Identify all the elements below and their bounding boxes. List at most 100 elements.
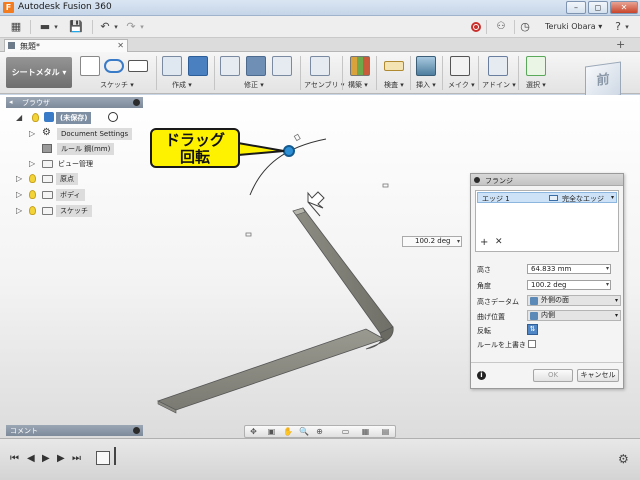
ribbon-group-inspect[interactable]: 検査 ▾ [384, 80, 404, 90]
expand-arrow-icon[interactable]: ▷ [16, 174, 22, 183]
modify-tool-icon[interactable] [272, 56, 292, 76]
expand-arrow-icon[interactable]: ▷ [29, 129, 35, 138]
redo-dropdown-icon[interactable]: ▾ [138, 19, 146, 35]
cancel-button[interactable]: キャンセル [577, 369, 619, 382]
ok-button[interactable]: OK [533, 369, 573, 382]
edge-row[interactable]: エッジ 1 完全なエッジ ▾ [477, 192, 617, 203]
remove-edge-button[interactable]: ✕ [495, 237, 503, 247]
create-body-icon[interactable] [162, 56, 182, 76]
timeline-next-icon[interactable]: ▶ [57, 453, 65, 464]
timeline-prev-icon[interactable]: ◀ [27, 453, 35, 464]
override-rule-checkbox[interactable] [528, 340, 536, 348]
bend-position-select[interactable]: 内側 ▾ [527, 310, 621, 321]
expand-arrow-icon[interactable]: ▷ [16, 206, 22, 215]
measure-icon[interactable] [384, 61, 404, 71]
visibility-bulb-icon[interactable] [29, 206, 36, 215]
3d-print-icon[interactable] [450, 56, 470, 76]
redo-icon[interactable]: ↷ [124, 19, 138, 35]
activate-radio-icon[interactable] [108, 112, 118, 122]
ribbon-group-select[interactable]: 選択 ▾ [526, 80, 546, 90]
height-dropdown-icon[interactable]: ▾ [606, 265, 609, 273]
save-icon[interactable]: 💾 [68, 19, 84, 35]
create-sketch-icon[interactable] [80, 56, 100, 76]
timeline-marker[interactable] [114, 447, 122, 465]
new-component-icon[interactable] [310, 56, 330, 76]
add-edge-button[interactable]: + [480, 237, 488, 248]
edge-option[interactable]: 完全なエッジ [562, 194, 604, 204]
pan-icon[interactable]: ✋ [283, 428, 293, 436]
close-button[interactable]: ✕ [610, 1, 638, 14]
insert-image-icon[interactable] [416, 56, 436, 76]
display-settings-icon[interactable]: ▭ [341, 428, 350, 436]
browser-pin-icon[interactable] [133, 99, 140, 106]
rectangle-sketch-icon[interactable] [128, 60, 148, 72]
angle-value-input[interactable]: 100.2 deg ▾ [402, 236, 462, 247]
expand-arrow-icon[interactable]: ◢ [16, 113, 22, 122]
ribbon-group-addins[interactable]: アドイン ▾ [482, 80, 516, 90]
ribbon-group-create[interactable]: 作成 ▾ [172, 80, 192, 90]
angle-input-dropdown-icon[interactable]: ▾ [457, 237, 460, 246]
timeline-first-icon[interactable]: ⏮ [10, 453, 19, 464]
comment-panel-header[interactable]: コメント [6, 425, 143, 436]
record-icon[interactable] [471, 22, 481, 32]
expand-arrow-icon[interactable]: ▷ [16, 190, 22, 199]
unfold-icon[interactable] [246, 56, 266, 76]
zoom-icon[interactable]: 🔍 [299, 428, 309, 436]
collapse-browser-icon[interactable]: ◂ [9, 98, 13, 106]
height-datum-select[interactable]: 外側の面 ▾ [527, 295, 621, 306]
timeline-feature-item[interactable] [96, 451, 110, 465]
help-dropdown-icon[interactable]: ▾ [623, 19, 631, 35]
angle-dropdown-icon[interactable]: ▾ [606, 281, 609, 289]
construct-plane-icon[interactable] [350, 56, 370, 76]
ribbon-group-modify[interactable]: 修正 ▾ [244, 80, 264, 90]
visibility-bulb-icon[interactable] [32, 113, 39, 122]
job-status-icon[interactable]: ⚇ [494, 19, 508, 35]
flange-tool-icon[interactable] [188, 56, 208, 76]
browser-panel-header[interactable]: ◂ ブラウザ [6, 97, 143, 108]
flange-dialog-header[interactable]: フランジ [471, 174, 623, 186]
clock-icon[interactable]: ◷ [518, 19, 532, 35]
line-sketch-icon[interactable] [104, 59, 124, 73]
visibility-bulb-icon[interactable] [29, 174, 36, 183]
timeline-settings-icon[interactable]: ⚙ [618, 452, 629, 466]
edge-option-dropdown-icon[interactable]: ▾ [611, 194, 614, 201]
grid-settings-icon[interactable]: ▦ [361, 428, 370, 436]
ribbon-group-make[interactable]: メイク ▾ [448, 80, 475, 90]
expand-arrow-icon[interactable]: ▷ [29, 159, 35, 168]
visibility-bulb-icon[interactable] [29, 190, 36, 199]
viewports-icon[interactable]: ▤ [381, 428, 390, 436]
look-at-icon[interactable]: ▣ [267, 428, 276, 436]
dialog-collapse-icon[interactable] [474, 177, 480, 183]
document-tab[interactable]: 無題* ✕ [4, 39, 128, 52]
workspace-switcher[interactable]: シートメタル ▾ [6, 57, 72, 88]
file-dropdown-icon[interactable]: ▾ [52, 19, 60, 35]
minimize-button[interactable]: – [566, 1, 586, 14]
press-pull-icon[interactable] [220, 56, 240, 76]
timeline-play-icon[interactable]: ▶ [42, 453, 50, 464]
angle-input[interactable]: 100.2 deg ▾ [527, 280, 611, 290]
user-account-menu[interactable]: Teruki Obara ▾ [545, 22, 602, 31]
timeline-last-icon[interactable]: ⏭ [72, 453, 81, 464]
ribbon-group-insert[interactable]: 挿入 ▾ [416, 80, 436, 90]
orbit-icon[interactable]: ✥ [249, 428, 258, 436]
undo-icon[interactable]: ↶ [98, 19, 112, 35]
bend-dropdown-icon[interactable]: ▾ [615, 311, 618, 320]
file-menu-icon[interactable]: ▬ [38, 19, 52, 35]
restore-button[interactable]: ◻ [588, 1, 608, 14]
ribbon-group-sketch[interactable]: スケッチ ▾ [100, 80, 134, 90]
comment-pin-icon[interactable] [133, 427, 140, 434]
ribbon-group-assembly[interactable]: アセンブリ ▾ [304, 80, 344, 90]
undo-dropdown-icon[interactable]: ▾ [112, 19, 120, 35]
flip-toggle-button[interactable]: ⇅ [527, 324, 538, 335]
datum-dropdown-icon[interactable]: ▾ [615, 296, 618, 305]
close-tab-icon[interactable]: ✕ [117, 41, 124, 50]
move-arrow-icon[interactable] [307, 191, 325, 217]
height-input[interactable]: 64.833 mm ▾ [527, 264, 611, 274]
ribbon-group-construct[interactable]: 構築 ▾ [348, 80, 368, 90]
select-arrow-icon[interactable] [526, 56, 546, 76]
fit-icon[interactable]: ⊕ [315, 428, 324, 436]
data-panel-grid-icon[interactable]: ▦ [8, 19, 24, 35]
scripts-addins-icon[interactable] [488, 56, 508, 76]
info-icon[interactable]: i [477, 371, 486, 380]
new-tab-button[interactable]: + [616, 38, 625, 51]
